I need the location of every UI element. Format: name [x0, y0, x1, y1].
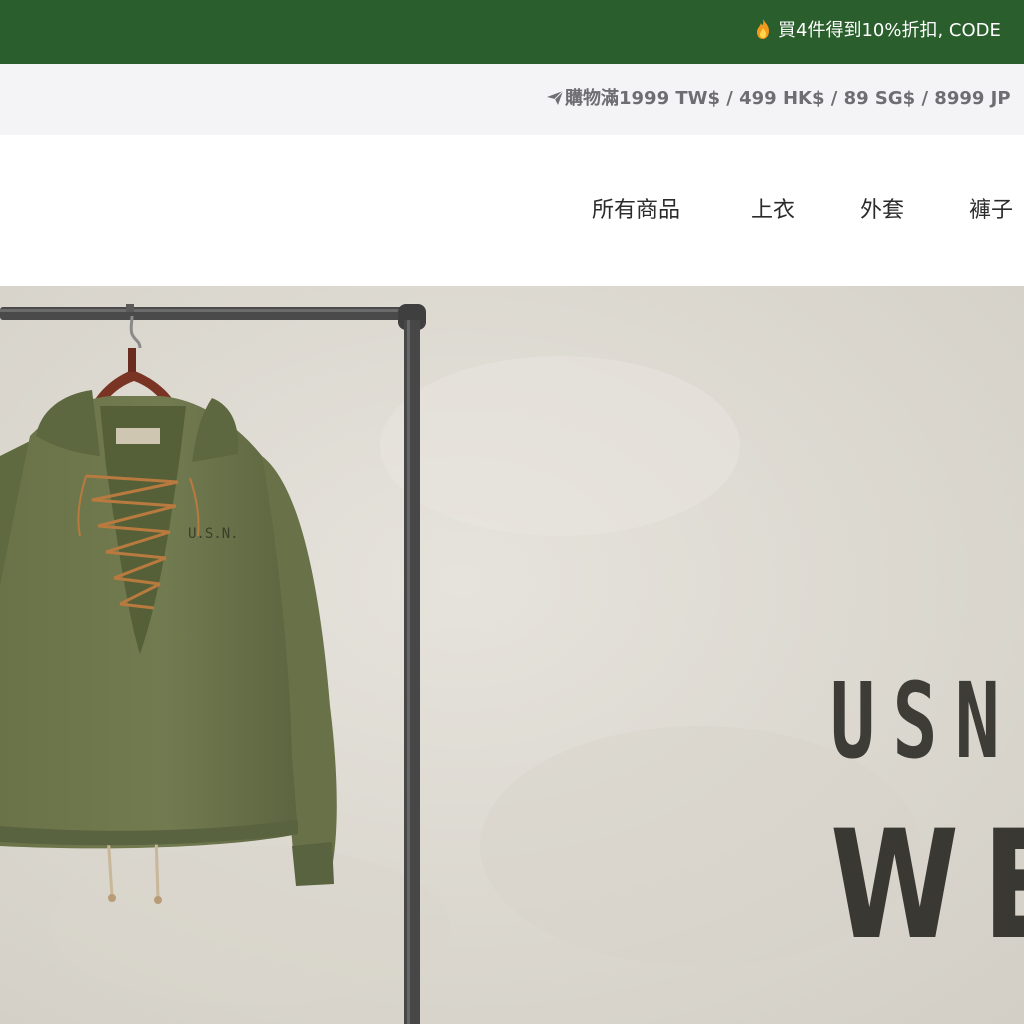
nav-item-all-products[interactable]: 所有商品	[592, 197, 680, 225]
hero-title-line2: WE	[830, 799, 1024, 973]
nav-item-pants[interactable]: 褲子	[969, 197, 1013, 225]
airplane-icon	[547, 90, 564, 105]
hero-banner[interactable]: U.S.N. USN WE	[0, 286, 1024, 1024]
main-nav: 所有商品 上衣 外套 褲子	[0, 197, 1024, 227]
site-header: 所有商品 上衣 外套 褲子	[0, 135, 1024, 286]
promo-bar[interactable]: 買4件得到10%折扣, CODE	[0, 0, 1024, 64]
shipping-bar: 購物滿1999 TW$ / 499 HK$ / 89 SG$ / 8999 JP	[0, 64, 1024, 135]
fire-icon	[757, 19, 769, 39]
promo-content: 買4件得到10%折扣, CODE	[754, 18, 1001, 43]
hero-title-line1: USN	[830, 660, 1018, 782]
page: 買4件得到10%折扣, CODE 購物滿1999 TW$ / 499 HK$ /…	[0, 0, 1024, 1024]
svg-text:U.S.N.: U.S.N.	[188, 526, 239, 542]
nav-item-jackets[interactable]: 外套	[860, 197, 904, 225]
promo-text: 買4件得到10%折扣, CODE	[778, 20, 1001, 41]
shipping-content: 購物滿1999 TW$ / 499 HK$ / 89 SG$ / 8999 JP	[546, 87, 1011, 111]
shipping-text: 購物滿1999 TW$ / 499 HK$ / 89 SG$ / 8999 JP	[565, 88, 1011, 109]
nav-item-tops[interactable]: 上衣	[751, 197, 795, 225]
